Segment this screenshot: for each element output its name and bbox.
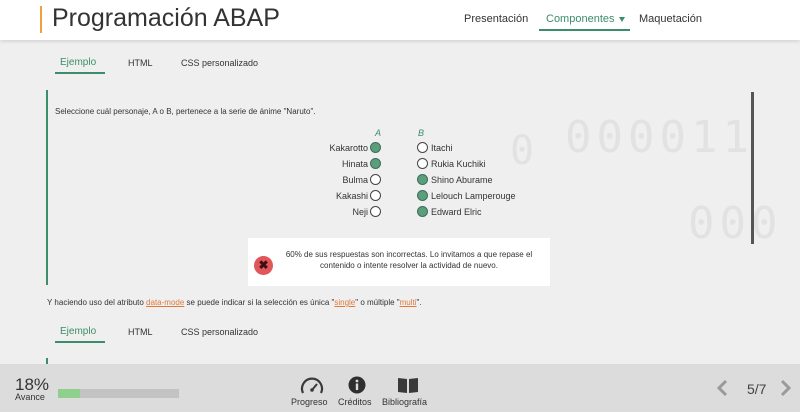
code-link-single[interactable]: single (334, 298, 355, 307)
close-icon[interactable]: ✖ (254, 256, 273, 275)
tab-active-underline (55, 341, 105, 343)
code-link-data-mode[interactable]: data-mode (146, 298, 184, 307)
progress-label: Avance (15, 392, 45, 402)
option-a-label: Hinata (341, 159, 368, 169)
tab-ejemplo[interactable]: Ejemplo (60, 326, 96, 337)
explanation-part: se puede indicar si la selección es únic… (184, 298, 335, 307)
binary-decoration: 000011 (565, 112, 754, 163)
tab-css[interactable]: CSS personalizado (181, 327, 258, 337)
nav-item-presentacion[interactable]: Presentación (464, 13, 528, 25)
explanation-part: Y haciendo uso del atributo (47, 298, 147, 307)
footer-bibliografia-button[interactable]: Bibliografía (382, 397, 427, 407)
option-a-label: Kakashi (335, 191, 368, 201)
nav-item-label: Componentes (546, 13, 615, 25)
chevron-right-icon[interactable] (779, 379, 793, 402)
footer-creditos-button[interactable]: Créditos (338, 397, 372, 407)
explanation-part: " o múltiple " (355, 298, 400, 307)
caret-down-icon (618, 16, 625, 22)
radio-b[interactable] (417, 142, 428, 153)
radio-b[interactable] (417, 206, 428, 217)
option-b-label: Shino Aburame (431, 175, 493, 185)
binary-decoration: 000 (688, 198, 783, 249)
title-accent-bar (40, 6, 42, 33)
tab-ejemplo[interactable]: Ejemplo (60, 57, 96, 68)
radio-b[interactable] (417, 174, 428, 185)
radio-a[interactable] (370, 158, 381, 169)
feedback-message: 60% de sus respuestas son incorrectas. L… (285, 250, 533, 270)
example-panel-border (46, 90, 48, 285)
progress-bar-fill (58, 389, 80, 398)
page-counter: 5/7 (747, 381, 767, 397)
column-b-header: B (418, 128, 425, 138)
book-icon[interactable] (397, 376, 419, 399)
footer-progreso-button[interactable]: Progreso (291, 397, 328, 407)
radio-b[interactable] (417, 190, 428, 201)
explanation-part: ". (416, 298, 422, 307)
tab-active-underline (55, 72, 105, 74)
column-a-header: A (375, 128, 382, 138)
option-b-label: Itachi (431, 143, 453, 153)
option-b-label: Rukia Kuchiki (431, 159, 486, 169)
tab-html[interactable]: HTML (128, 327, 153, 337)
binary-decoration: 0 (510, 128, 535, 174)
code-link-multi[interactable]: multi (400, 298, 417, 307)
explanation-text: Y haciendo uso del atributo data-mode se… (47, 298, 422, 307)
tab-css[interactable]: CSS personalizado (181, 58, 258, 68)
info-icon[interactable] (348, 376, 366, 399)
tab-html[interactable]: HTML (128, 58, 153, 68)
nav-active-underline (539, 29, 630, 31)
chevron-left-icon[interactable] (715, 379, 729, 402)
radio-a[interactable] (370, 142, 381, 153)
nav-item-componentes[interactable]: Componentes (546, 13, 625, 25)
radio-a[interactable] (370, 174, 381, 185)
exercise-question: Seleccione cuál personaje, A o B, perten… (55, 107, 316, 116)
option-a-label: Neji (352, 207, 368, 217)
panel-scrollbar[interactable] (751, 92, 754, 244)
option-b-label: Lelouch Lamperouge (431, 191, 516, 201)
radio-a[interactable] (370, 190, 381, 201)
option-b-label: Edward Elric (431, 207, 482, 217)
radio-b[interactable] (417, 158, 428, 169)
radio-a[interactable] (370, 206, 381, 217)
option-a-label: Kakarotto (329, 143, 368, 153)
top-header: Programación ABAP Presentación Component… (0, 0, 800, 40)
course-title: Programación ABAP (52, 4, 280, 32)
nav-item-maquetacion[interactable]: Maquetación (639, 13, 702, 25)
option-a-label: Bulma (342, 175, 368, 185)
